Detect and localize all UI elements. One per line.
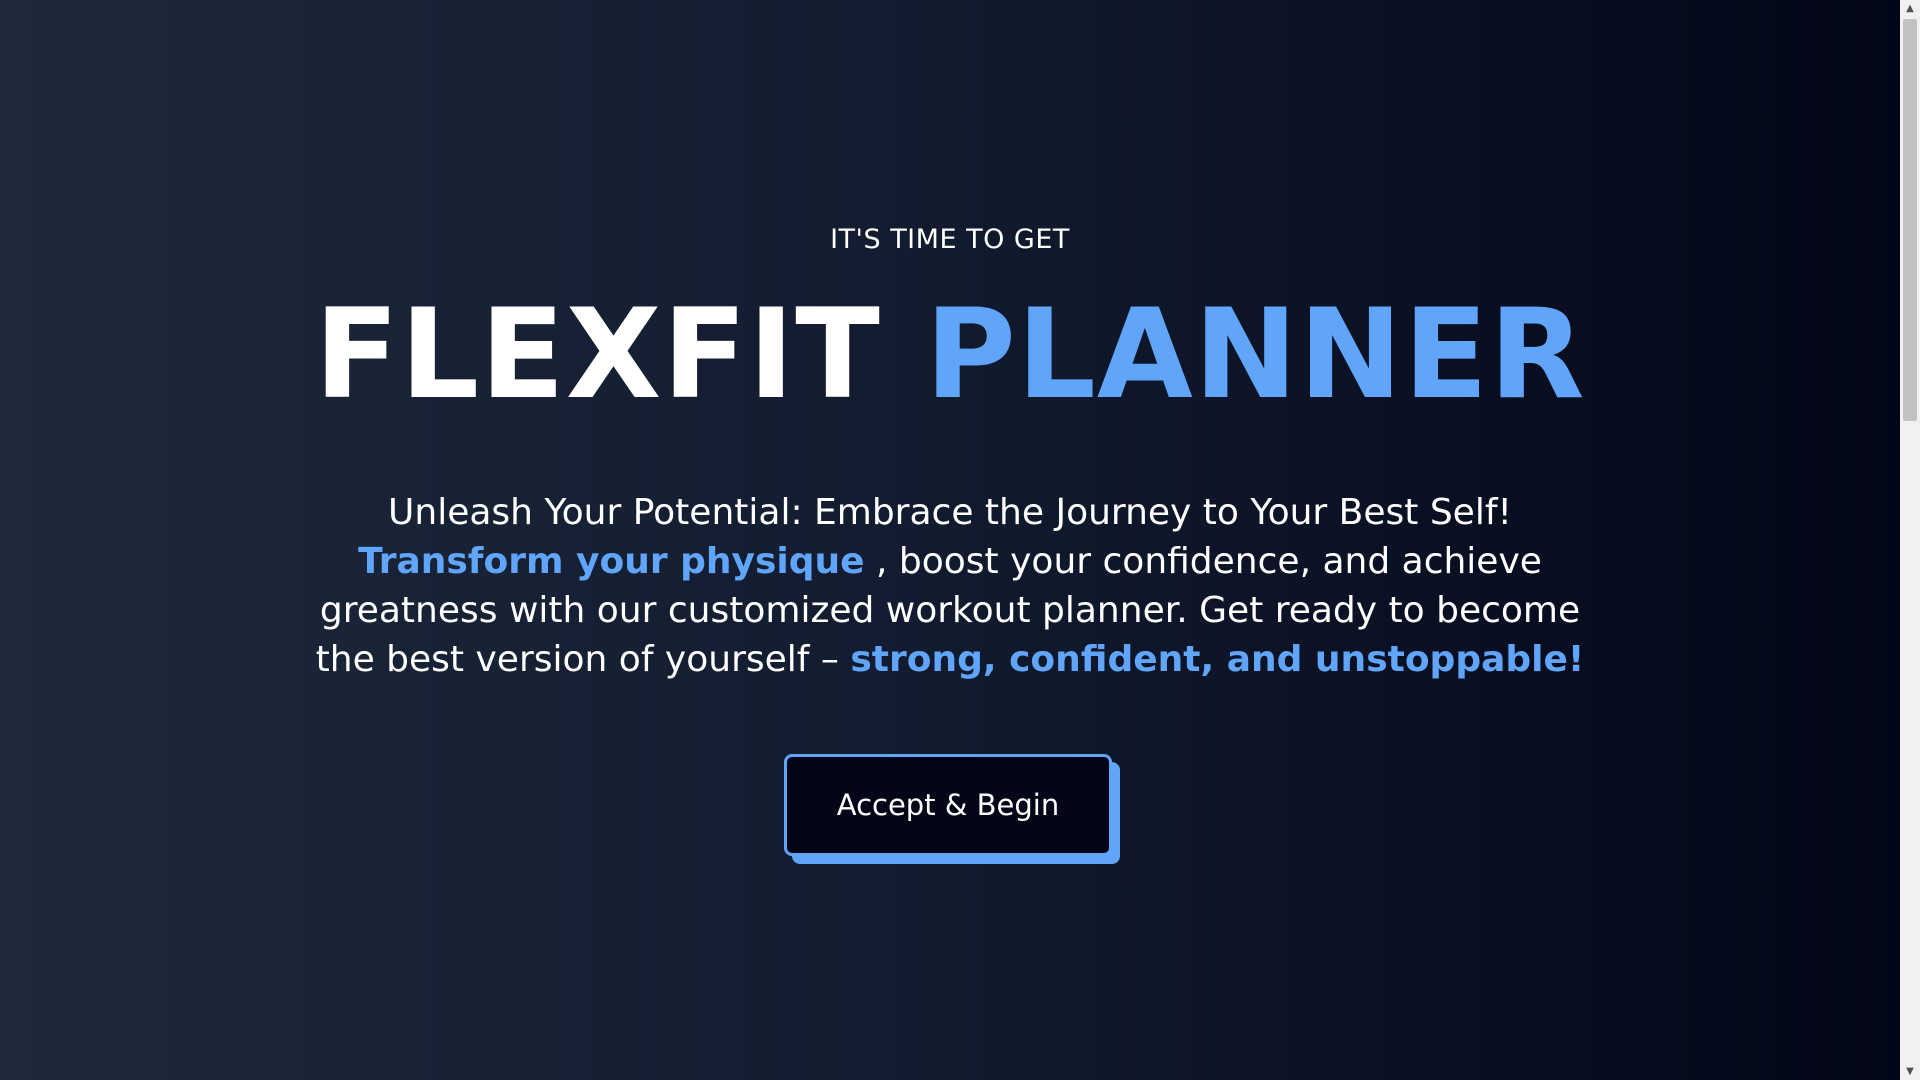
tagline-highlight-strong: strong, confident, and unstoppable! [850, 639, 1585, 680]
scrollbar-thumb[interactable] [1903, 19, 1917, 421]
tagline-highlight-transform: Transform your physique [358, 541, 865, 582]
cta-container: Accept & Begin [784, 754, 1120, 864]
scroll-down-arrow-icon[interactable]: ▼ [1900, 1063, 1920, 1080]
hero-section: IT'S TIME TO GET FLEXFIT PLANNER Unleash… [0, 0, 1900, 1080]
hero-tagline: Unleash Your Potential: Embrace the Jour… [310, 488, 1590, 684]
hero-title: FLEXFIT PLANNER [0, 280, 1900, 430]
scroll-up-arrow-icon[interactable]: ▲ [1900, 0, 1920, 17]
hero-title-accent: PLANNER [925, 283, 1586, 427]
hero-title-main: FLEXFIT [314, 283, 881, 427]
vertical-scrollbar[interactable]: ▲ ▼ [1900, 0, 1920, 1080]
tagline-text-1: Unleash Your Potential: Embrace the Jour… [388, 492, 1512, 533]
accept-begin-button[interactable]: Accept & Begin [784, 754, 1112, 856]
hero-eyebrow: IT'S TIME TO GET [830, 224, 1070, 255]
page-viewport: IT'S TIME TO GET FLEXFIT PLANNER Unleash… [0, 0, 1900, 1080]
